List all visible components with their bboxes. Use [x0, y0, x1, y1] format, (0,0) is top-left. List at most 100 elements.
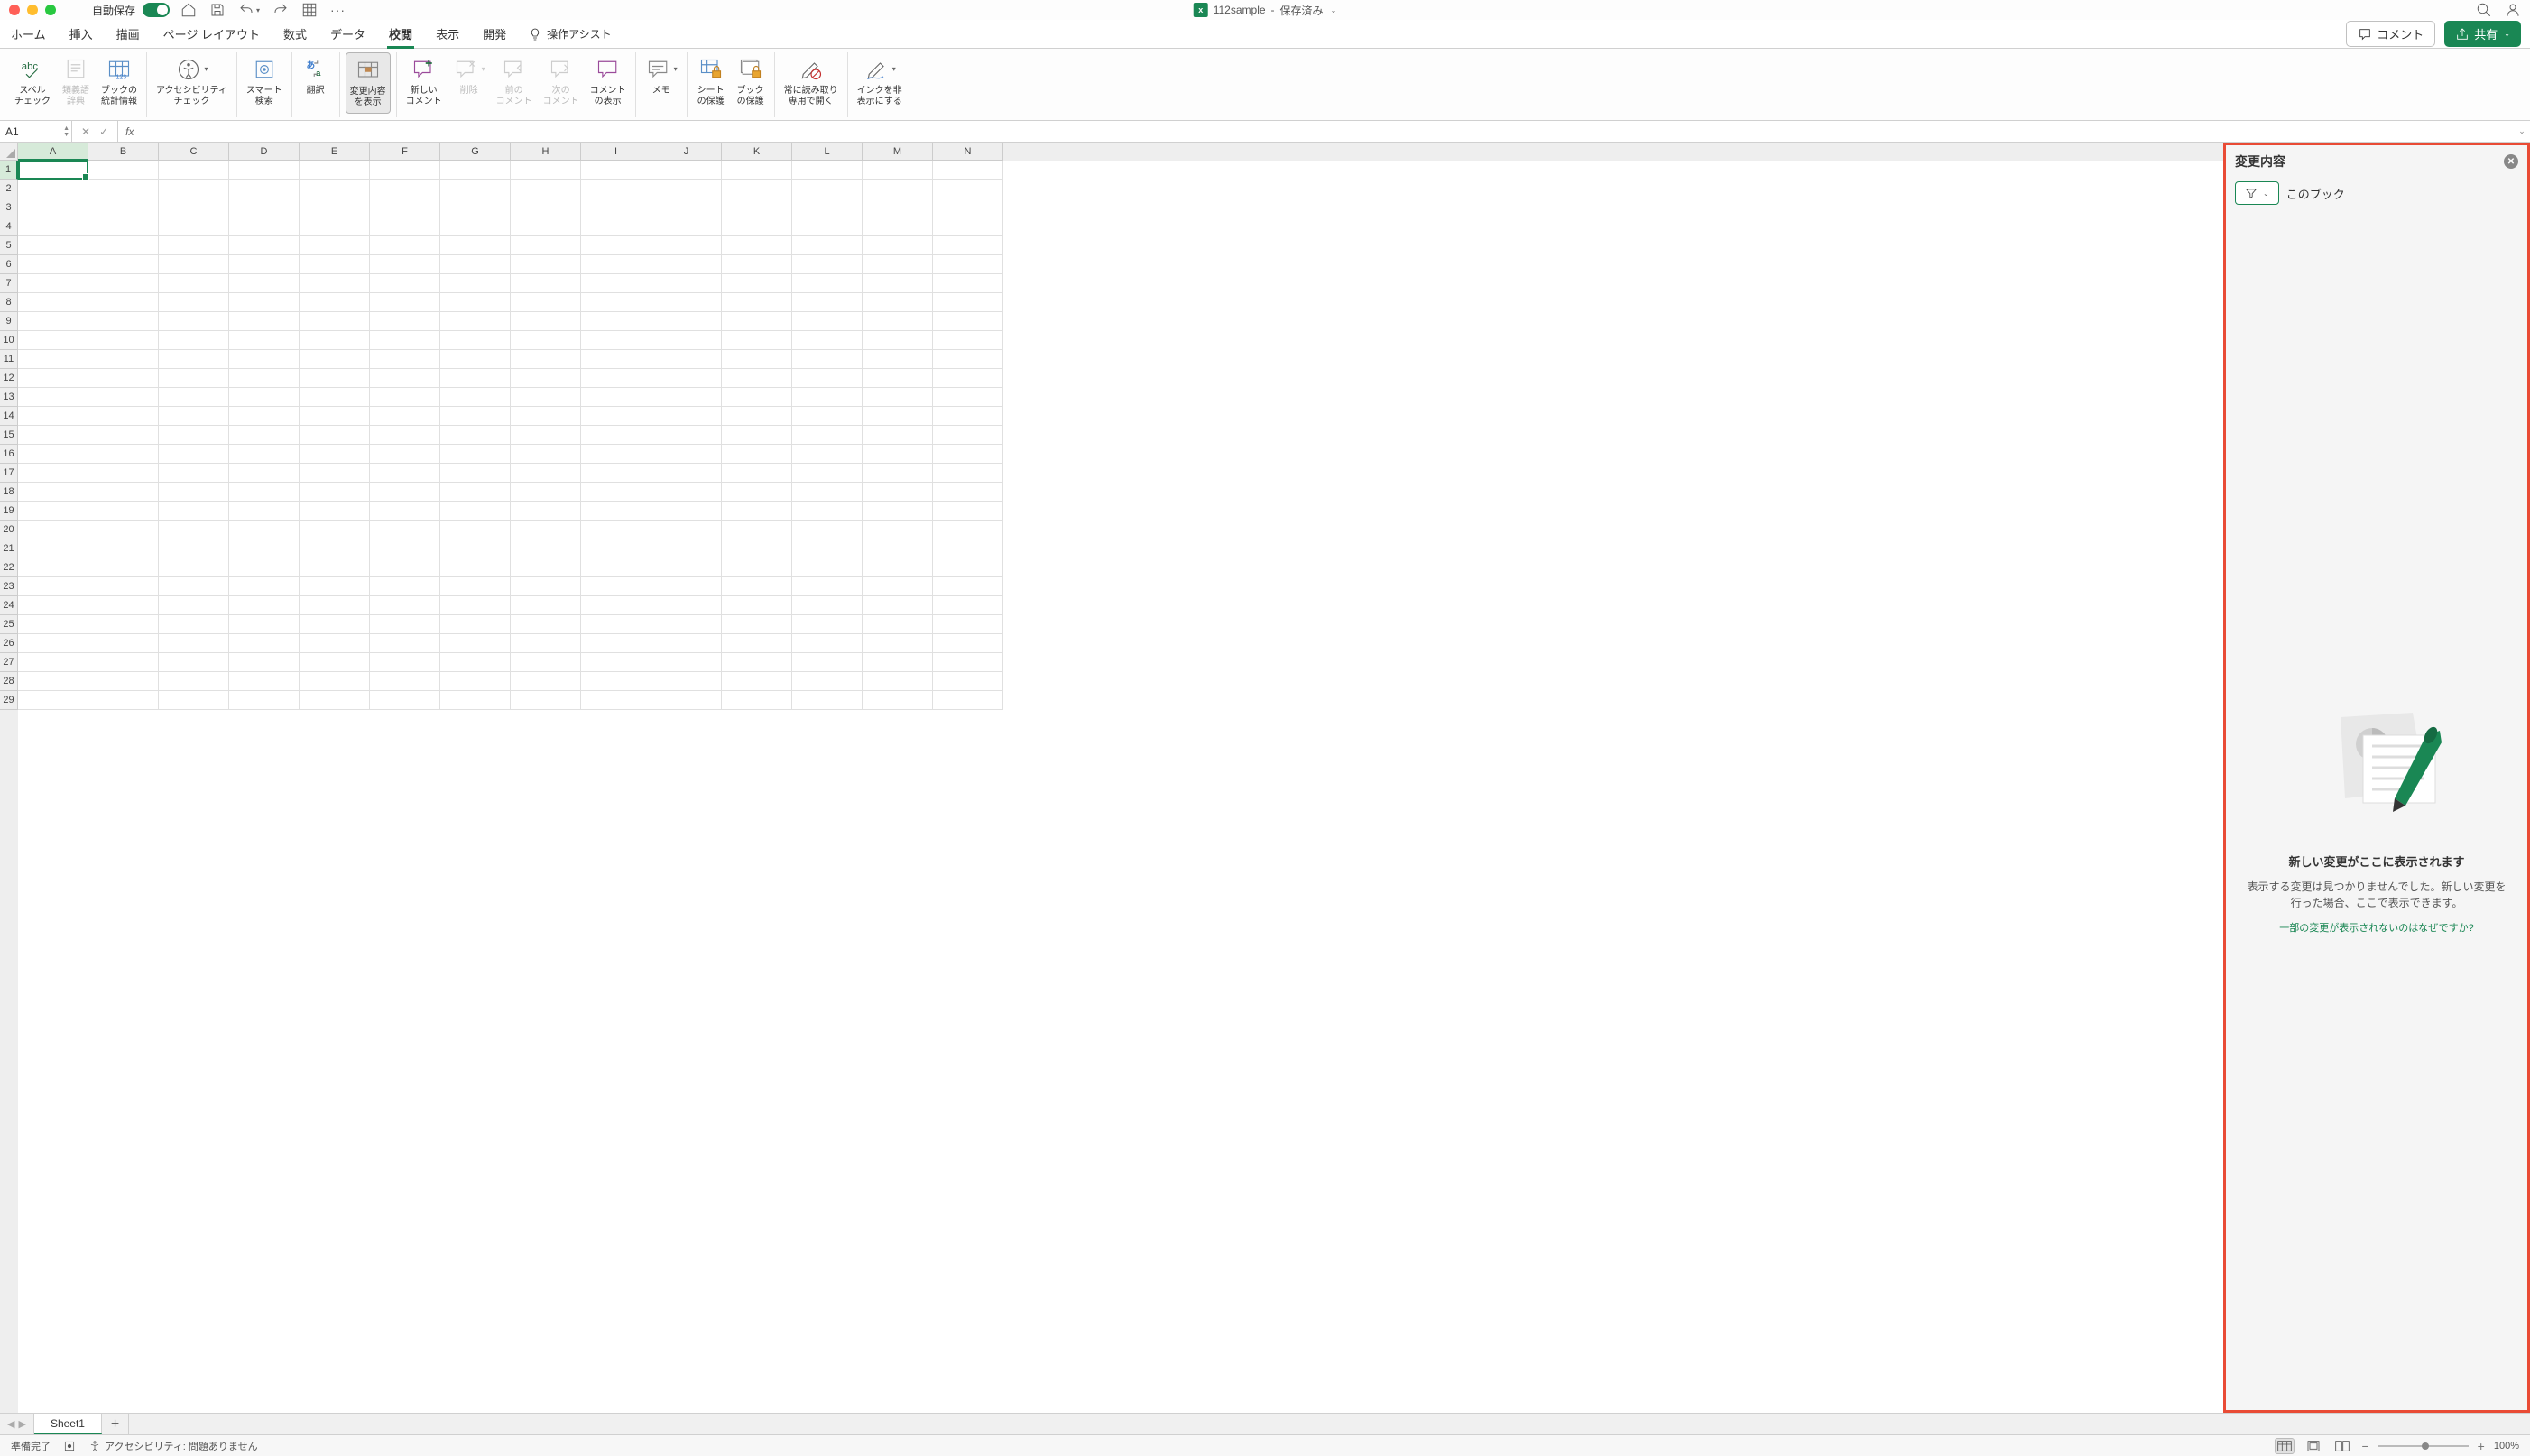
- cell[interactable]: [581, 180, 651, 198]
- protect-sheet-button[interactable]: シート の保護: [693, 52, 729, 114]
- cell[interactable]: [933, 255, 1003, 274]
- cell[interactable]: [229, 615, 300, 634]
- cell[interactable]: [863, 464, 933, 483]
- cell[interactable]: [300, 369, 370, 388]
- cell[interactable]: [511, 255, 581, 274]
- cell[interactable]: [159, 445, 229, 464]
- cell[interactable]: [933, 236, 1003, 255]
- cell[interactable]: [159, 596, 229, 615]
- minimize-window-button[interactable]: [27, 5, 38, 15]
- sheet-prev-icon[interactable]: ◀: [7, 1418, 14, 1430]
- op-assist[interactable]: 操作アシスト: [528, 26, 612, 41]
- cell[interactable]: [792, 464, 863, 483]
- cell[interactable]: [933, 502, 1003, 521]
- cell[interactable]: [300, 312, 370, 331]
- cell[interactable]: [159, 198, 229, 217]
- cell[interactable]: [722, 217, 792, 236]
- cell[interactable]: [18, 502, 88, 521]
- row-header[interactable]: 15: [0, 426, 18, 445]
- cell[interactable]: [229, 331, 300, 350]
- cell[interactable]: [863, 653, 933, 672]
- cell[interactable]: [933, 407, 1003, 426]
- cell[interactable]: [863, 180, 933, 198]
- cell[interactable]: [88, 464, 159, 483]
- cell[interactable]: [18, 539, 88, 558]
- cell[interactable]: [722, 407, 792, 426]
- row-header[interactable]: 26: [0, 634, 18, 653]
- cell[interactable]: [651, 312, 722, 331]
- cell[interactable]: [651, 634, 722, 653]
- cell[interactable]: [300, 672, 370, 691]
- cell[interactable]: [863, 161, 933, 180]
- cell[interactable]: [88, 407, 159, 426]
- cell[interactable]: [88, 426, 159, 445]
- cell[interactable]: [722, 558, 792, 577]
- prev-comment-button[interactable]: 前の コメント: [493, 52, 536, 114]
- panel-close-button[interactable]: ✕: [2504, 154, 2518, 169]
- cell[interactable]: [159, 653, 229, 672]
- cell[interactable]: [581, 274, 651, 293]
- cell[interactable]: [440, 539, 511, 558]
- cell[interactable]: [511, 539, 581, 558]
- cell[interactable]: [18, 350, 88, 369]
- cell[interactable]: [863, 634, 933, 653]
- cell[interactable]: [933, 369, 1003, 388]
- undo-button[interactable]: ▾: [238, 2, 260, 18]
- cell[interactable]: [18, 293, 88, 312]
- cell[interactable]: [792, 577, 863, 596]
- tab-developer[interactable]: 開発: [481, 20, 508, 48]
- cell[interactable]: [159, 350, 229, 369]
- cell[interactable]: [18, 180, 88, 198]
- cell[interactable]: [722, 445, 792, 464]
- cell[interactable]: [933, 350, 1003, 369]
- cell[interactable]: [651, 577, 722, 596]
- hide-ink-button[interactable]: ▾ インクを非 表示にする: [854, 52, 906, 114]
- cell[interactable]: [581, 483, 651, 502]
- cell[interactable]: [722, 388, 792, 407]
- redo-icon[interactable]: [272, 2, 289, 18]
- cell[interactable]: [159, 236, 229, 255]
- cell[interactable]: [370, 331, 440, 350]
- cell[interactable]: [863, 293, 933, 312]
- cell[interactable]: [722, 255, 792, 274]
- cell[interactable]: [300, 331, 370, 350]
- cell[interactable]: [159, 521, 229, 539]
- cell[interactable]: [440, 426, 511, 445]
- cell[interactable]: [722, 596, 792, 615]
- cell[interactable]: [300, 293, 370, 312]
- cell[interactable]: [511, 274, 581, 293]
- cell[interactable]: [863, 426, 933, 445]
- cell[interactable]: [651, 350, 722, 369]
- row-header[interactable]: 6: [0, 255, 18, 274]
- view-normal-button[interactable]: [2275, 1438, 2295, 1454]
- cell[interactable]: [511, 217, 581, 236]
- cell[interactable]: [159, 577, 229, 596]
- cell[interactable]: [370, 161, 440, 180]
- cell[interactable]: [792, 558, 863, 577]
- cell[interactable]: [581, 521, 651, 539]
- name-box-spinner[interactable]: ▲▼: [63, 125, 69, 138]
- col-header[interactable]: L: [792, 143, 863, 161]
- cell[interactable]: [18, 331, 88, 350]
- cell[interactable]: [370, 255, 440, 274]
- cell[interactable]: [511, 653, 581, 672]
- cell[interactable]: [722, 615, 792, 634]
- row-header[interactable]: 20: [0, 521, 18, 539]
- cell[interactable]: [229, 350, 300, 369]
- cell[interactable]: [722, 198, 792, 217]
- cell[interactable]: [933, 653, 1003, 672]
- cell[interactable]: [370, 274, 440, 293]
- cell[interactable]: [651, 558, 722, 577]
- cell[interactable]: [511, 558, 581, 577]
- cell[interactable]: [581, 615, 651, 634]
- cell[interactable]: [863, 672, 933, 691]
- cell[interactable]: [651, 331, 722, 350]
- cell[interactable]: [511, 312, 581, 331]
- cell[interactable]: [370, 653, 440, 672]
- sheet-tab-active[interactable]: Sheet1: [34, 1414, 102, 1434]
- cell[interactable]: [370, 634, 440, 653]
- cell[interactable]: [511, 577, 581, 596]
- row-header[interactable]: 18: [0, 483, 18, 502]
- cell[interactable]: [370, 691, 440, 710]
- cell[interactable]: [229, 483, 300, 502]
